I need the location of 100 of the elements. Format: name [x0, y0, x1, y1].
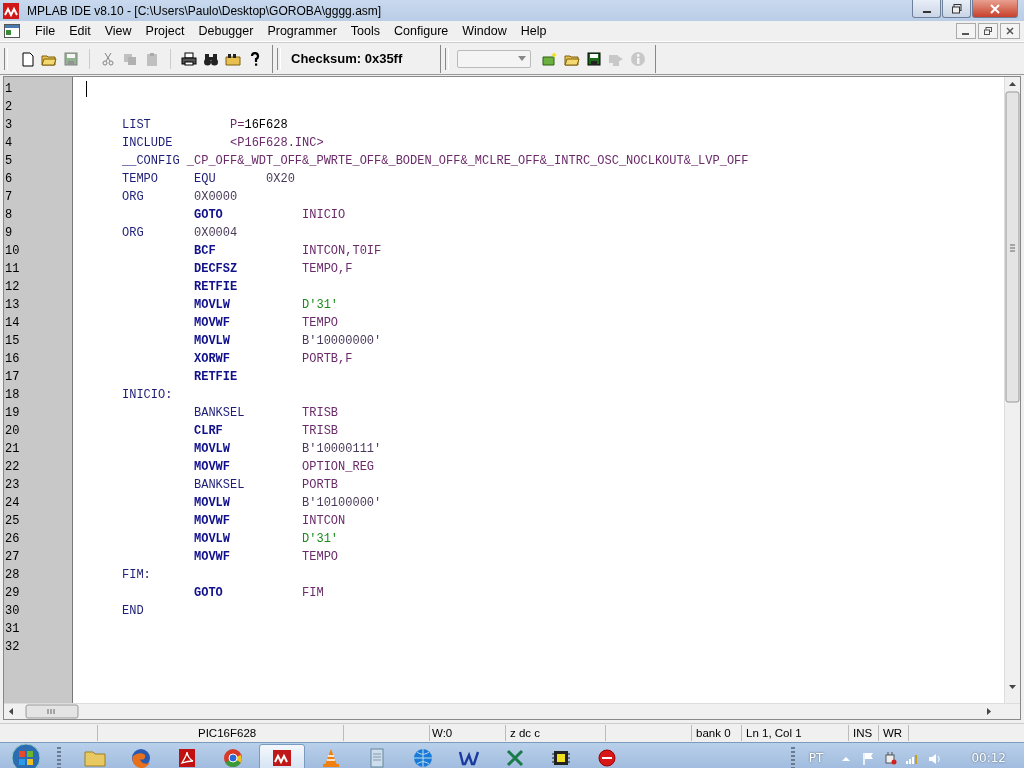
line-number: 2	[4, 99, 14, 116]
line-number: 24	[4, 495, 21, 512]
menu-item[interactable]: Programmer	[260, 24, 344, 38]
line-number: 31	[4, 621, 21, 638]
code-line: ORG 0X0000	[122, 189, 238, 206]
status-text: WR	[879, 725, 909, 741]
window-title: MPLAB IDE v8.10 - [C:\Users\Paulo\Desktop\GOROBA\gggg.asm]	[27, 3, 382, 18]
horizontal-scrollbar[interactable]	[4, 703, 1020, 719]
line-number: 30	[4, 603, 21, 620]
no-entry-icon	[595, 746, 619, 768]
line-number: 27	[4, 549, 21, 566]
browser-ring-icon	[221, 746, 245, 768]
floppy-icon[interactable]	[586, 50, 603, 67]
code-line: LIST P=16F628	[122, 117, 288, 134]
checksum-label: Checksum: 0x35ff	[291, 51, 403, 66]
taskbar-app-button[interactable]	[259, 744, 305, 768]
menu-item[interactable]: Configure	[387, 24, 456, 38]
line-number: 4	[4, 135, 14, 152]
line-number: 18	[4, 387, 21, 404]
line-number: 6	[4, 171, 14, 188]
code-line: MOVLW B'10100000'	[193, 495, 382, 512]
line-number: 7	[4, 189, 14, 206]
code-line: GOTO INICIO	[193, 207, 346, 224]
menu-item[interactable]: Window	[455, 24, 514, 38]
code-line: MOVWF TEMPO	[193, 549, 339, 566]
app-logo-icon	[3, 2, 19, 19]
status-text: INS	[849, 725, 879, 741]
menu-item[interactable]: Debugger	[191, 24, 261, 38]
power-plug-icon[interactable]	[883, 751, 898, 765]
code-line: ORG 0X0004	[122, 225, 238, 242]
restore-icon	[951, 3, 962, 14]
line-number: 19	[4, 405, 21, 422]
printer-icon[interactable]	[181, 50, 197, 67]
status-text: PIC16F628	[98, 725, 344, 741]
line-number: 8	[4, 207, 14, 224]
text-cursor	[86, 81, 87, 97]
status-text: z dc c	[506, 725, 606, 741]
start-button[interactable]	[9, 743, 43, 768]
line-number: 13	[4, 297, 21, 314]
globe-icon	[411, 746, 435, 768]
code-line: END	[122, 603, 144, 620]
line-number: 32	[4, 639, 21, 656]
line-number: 17	[4, 369, 21, 386]
minimize-button[interactable]	[912, 0, 941, 18]
code-line: INCLUDE <P16F628.INC>	[122, 135, 324, 152]
line-number: 16	[4, 351, 21, 368]
dropdown-field[interactable]	[457, 49, 532, 68]
line-number: 14	[4, 315, 21, 332]
code-line: FIM:	[122, 567, 151, 584]
line-number: 9	[4, 225, 14, 242]
menu-item[interactable]: Help	[513, 24, 554, 38]
close-button[interactable]	[1000, 23, 1020, 39]
code-line: __CONFIG _CP_OFF&_WDT_OFF&_PWRTE_OFF&_BODEN_OFF&_MCLRE_OFF&_INTRC_OSC_NOCLKOUT&_LVP_OFF	[122, 153, 749, 170]
restore-icon	[984, 27, 992, 35]
line-number: 29	[4, 585, 21, 602]
line-number: 1	[4, 81, 14, 98]
restore-button[interactable]	[978, 23, 998, 39]
line-number: 10	[4, 243, 21, 260]
menu-item[interactable]: Tools	[343, 24, 388, 38]
minimize-button[interactable]	[956, 23, 976, 39]
code-line: MOVWF OPTION_REG	[193, 459, 375, 476]
close-icon	[990, 3, 1000, 14]
code-line: MOVLW B'10000111'	[193, 441, 382, 458]
line-number: 5	[4, 153, 14, 170]
menu-item[interactable]: File	[28, 24, 63, 38]
line-number: 20	[4, 423, 21, 440]
doc-icon[interactable]	[19, 50, 35, 67]
line-number: 22	[4, 459, 21, 476]
menu-item[interactable]: View	[97, 24, 139, 38]
line-number: 11	[4, 261, 21, 278]
document-icon[interactable]	[4, 24, 20, 38]
minimize-icon	[922, 10, 931, 13]
status-text: W:0	[430, 725, 506, 741]
line-number: 28	[4, 567, 21, 584]
menu-item[interactable]: Project	[138, 24, 192, 38]
close-button[interactable]	[972, 0, 1018, 18]
line-number: 21	[4, 441, 21, 458]
vertical-scrollbar[interactable]	[1004, 77, 1020, 703]
code-line: RETFIE	[193, 369, 238, 386]
line-number: 26	[4, 531, 21, 548]
code-line: BCF INTCON,T0IF	[193, 243, 382, 260]
code-line: GOTO FIM	[193, 585, 324, 602]
code-line: MOVLW D'31'	[193, 297, 339, 314]
code-line: BANKSEL TRISB	[193, 405, 339, 422]
menu-item[interactable]: Edit	[62, 24, 98, 38]
code-line: MOVLW D'31'	[193, 531, 339, 548]
line-number: 23	[4, 477, 21, 494]
maximize-button[interactable]	[942, 0, 971, 18]
code-line: INICIO:	[122, 387, 173, 404]
line-number: 12	[4, 279, 21, 296]
status-text: Ln 1, Col 1	[742, 725, 849, 741]
code-line: MOVWF INTCON	[193, 513, 346, 530]
code-line: RETFIE	[193, 279, 238, 296]
caret-icon	[518, 56, 527, 61]
code-line: XORWF PORTB,F	[193, 351, 353, 368]
code-line: TEMPO EQU 0X20	[122, 171, 295, 188]
line-number: 25	[4, 513, 21, 530]
globe-fox-icon	[129, 746, 153, 768]
code-line: DECFSZ TEMPO,F	[193, 261, 353, 278]
folder-star-icon[interactable]	[542, 50, 559, 67]
